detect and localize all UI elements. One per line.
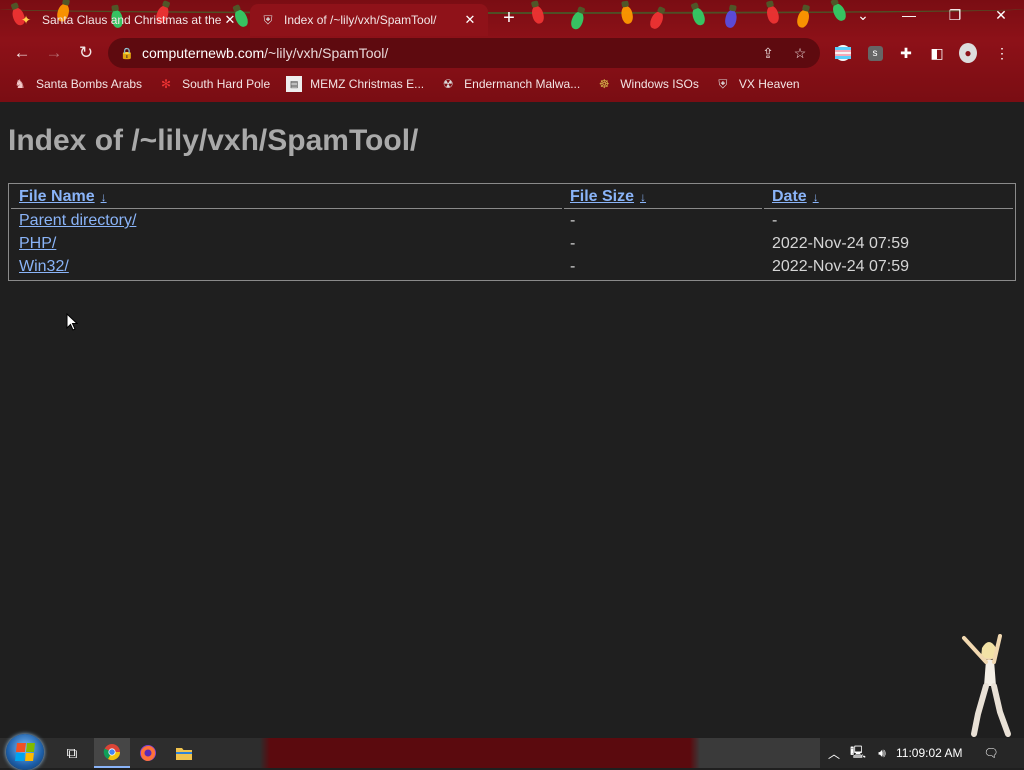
chrome-menu-icon[interactable]: ⋮	[993, 44, 1011, 62]
new-tab-button[interactable]: +	[498, 7, 520, 29]
tab-index-spamtool[interactable]: ⛨ Index of /~lily/vxh/SpamTool/ ✕	[250, 4, 488, 36]
header-divider	[11, 208, 562, 209]
network-icon[interactable]: 🖳	[848, 744, 868, 762]
chrome-icon[interactable]	[94, 738, 130, 768]
bookmark-south-hard-pole[interactable]: ✻ South Hard Pole	[158, 76, 270, 92]
close-tab-icon[interactable]: ✕	[462, 12, 478, 28]
windows-taskbar: ⧉ ︿ 🖳 🔊︎ 11:09:02 AM 🗨	[0, 734, 1024, 770]
task-view-icon[interactable]: ⧉	[54, 738, 90, 768]
bookmark-windows-isos[interactable]: ☸ Windows ISOs	[596, 76, 699, 92]
header-divider	[764, 208, 1013, 209]
column-header-file-size[interactable]: File Size ↓	[570, 188, 646, 206]
file-link-parent-directory[interactable]: Parent directory/	[19, 212, 136, 230]
firefox-icon[interactable]	[130, 738, 166, 768]
browser-frame: ✦ Santa Claus and Christmas at the ✕ ⛨ I…	[0, 0, 1024, 102]
windows-logo-icon	[15, 743, 35, 761]
file-size: -	[570, 235, 576, 252]
header-divider	[564, 208, 762, 209]
file-link-php[interactable]: PHP/	[19, 235, 56, 253]
santa-icon: ♞	[14, 77, 26, 91]
browser-toolbar: ← → ↻ 🔒 computernewb.com/~lily/vxh/SpamT…	[0, 36, 1024, 70]
directory-listing-table: File Name ↓ File Size ↓ Date ↓ Parent direc…	[8, 183, 1016, 281]
page-title: Index of /~lily/vxh/SpamTool/	[8, 124, 419, 157]
file-explorer-icon[interactable]	[166, 738, 202, 768]
share-icon[interactable]: ⇪	[759, 44, 777, 62]
url-text: computernewb.com/~lily/vxh/SpamTool/	[142, 45, 389, 61]
volume-icon[interactable]: 🔊︎	[872, 744, 892, 762]
bookmark-santa-bombs-arabs[interactable]: ♞ Santa Bombs Arabs	[12, 76, 142, 92]
restore-button[interactable]: ❐	[932, 0, 978, 30]
tab-title: Santa Claus and Christmas at the	[42, 13, 222, 27]
buddha-icon: ☸	[598, 77, 610, 91]
file-date: -	[772, 212, 778, 229]
file-size: -	[570, 258, 576, 275]
s-extension-icon[interactable]: s	[866, 44, 884, 62]
snowflake-icon: ✻	[161, 77, 172, 91]
extensions-puzzle-icon[interactable]: ✚	[897, 44, 915, 62]
tab-santa-claus[interactable]: ✦ Santa Claus and Christmas at the ✕	[8, 4, 248, 36]
trans-flag-extension-icon[interactable]	[834, 44, 852, 62]
memz-icon: ▤	[286, 76, 303, 92]
page-content: Index of /~lily/vxh/SpamTool/ File Name ↓…	[0, 102, 1024, 738]
lock-icon[interactable]: 🔒	[120, 47, 136, 60]
profile-avatar-icon[interactable]: ●	[959, 43, 977, 63]
bookmark-endermanch-malware[interactable]: ☢ Endermanch Malwa...	[440, 76, 580, 92]
dancing-figure-mascot-icon	[962, 634, 1011, 737]
close-window-button[interactable]: ✕	[978, 0, 1024, 30]
tab-strip: ✦ Santa Claus and Christmas at the ✕ ⛨ I…	[0, 0, 1024, 36]
vxh-favicon-icon: ⛨	[263, 12, 273, 27]
bookmark-memz-christmas[interactable]: ▤ MEMZ Christmas E...	[286, 76, 424, 92]
file-size: -	[570, 212, 576, 229]
mouse-cursor-icon	[66, 313, 78, 331]
vx-heaven-icon: ⛨	[718, 76, 728, 91]
minimize-button[interactable]: —	[886, 0, 932, 30]
taskbar-clock[interactable]: 11:09:02 AM	[896, 746, 963, 760]
bookmark-star-icon[interactable]: ☆	[791, 44, 809, 62]
show-hidden-icons-chevron-icon[interactable]: ︿	[826, 744, 842, 762]
tab-title: Index of /~lily/vxh/SpamTool/	[284, 13, 437, 27]
bookmark-vx-heaven[interactable]: ⛨ VX Heaven	[715, 76, 799, 92]
endermanch-icon: ☢	[442, 77, 454, 91]
action-center-notification-icon[interactable]: 🗨	[982, 744, 1000, 762]
bulb-favicon-icon: ✦	[20, 13, 32, 27]
close-tab-icon[interactable]: ✕	[222, 12, 238, 28]
forward-button[interactable]: →	[41, 40, 67, 66]
file-date: 2022-Nov-24 07:59	[772, 258, 909, 275]
file-link-win32[interactable]: Win32/	[19, 258, 69, 276]
address-bar[interactable]: 🔒 computernewb.com/~lily/vxh/SpamTool/ ⇪…	[108, 38, 820, 68]
side-panel-icon[interactable]: ◧	[928, 44, 946, 62]
back-button[interactable]: ←	[9, 40, 35, 66]
tab-search-button[interactable]: ⌄	[840, 0, 886, 30]
column-header-date[interactable]: Date ↓	[772, 188, 819, 206]
sort-arrow-icon[interactable]: ↓	[813, 190, 819, 204]
start-button[interactable]	[6, 734, 44, 770]
sort-arrow-icon[interactable]: ↓	[101, 190, 107, 204]
file-date: 2022-Nov-24 07:59	[772, 235, 909, 252]
sort-arrow-icon[interactable]: ↓	[640, 190, 646, 204]
bookmarks-bar: ♞ Santa Bombs Arabs ✻ South Hard Pole ▤ MEM…	[0, 70, 1024, 98]
column-header-file-name[interactable]: File Name ↓	[19, 188, 107, 206]
reload-button[interactable]: ↻	[73, 40, 99, 66]
